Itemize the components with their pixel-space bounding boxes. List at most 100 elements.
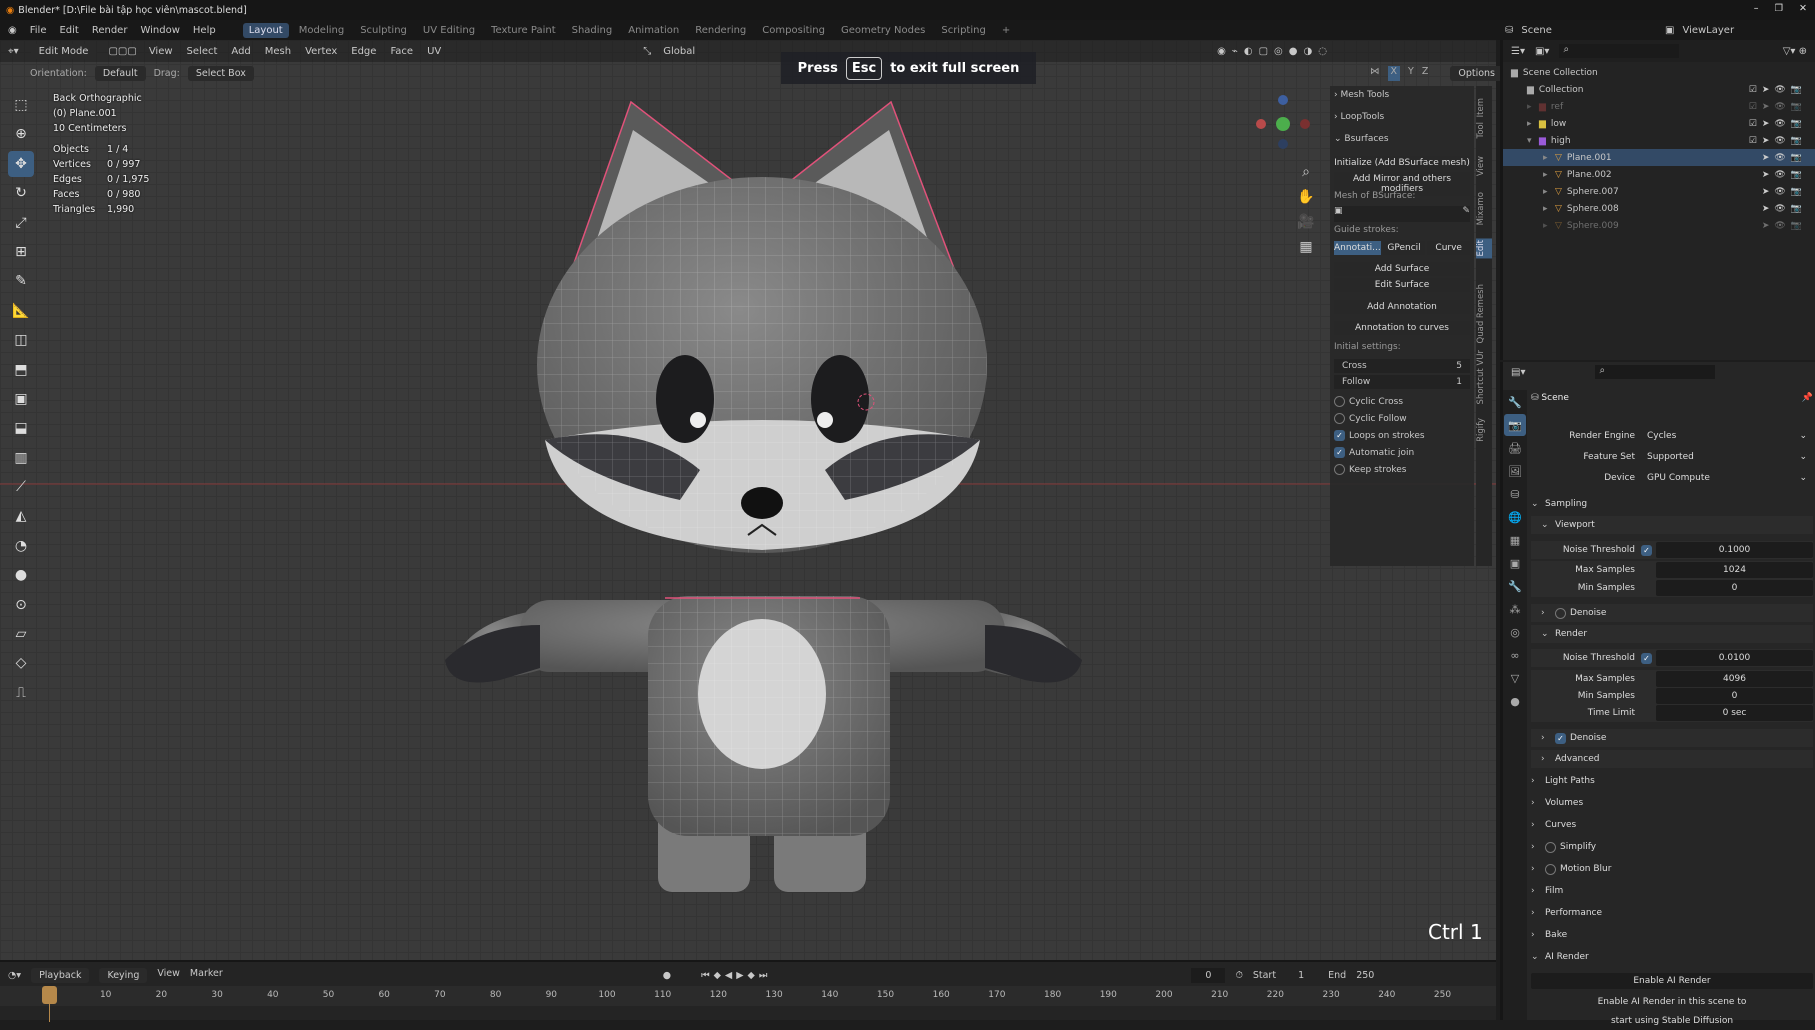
start-frame-field[interactable]: 1: [1298, 970, 1304, 981]
mirror-icon[interactable]: ⋈: [1370, 66, 1380, 81]
tab-modeling[interactable]: Modeling: [293, 23, 351, 38]
chevron-icon[interactable]: ⌄: [1541, 520, 1555, 530]
chevron-icon[interactable]: ›: [1541, 733, 1555, 743]
sidebar-tab-rigify[interactable]: Rigify: [1476, 416, 1492, 444]
timeline-menu-playback[interactable]: Playback: [31, 967, 90, 983]
properties-tab-icon[interactable]: ⁂: [1504, 598, 1526, 620]
camera-icon[interactable]: 🎥: [1296, 210, 1316, 235]
add-surface-button[interactable]: Add Surface: [1334, 262, 1470, 276]
timeline-menu-view[interactable]: View: [157, 968, 180, 983]
properties-tab-icon[interactable]: 🌐: [1504, 506, 1526, 528]
select-box-tool-icon[interactable]: ⬚: [8, 92, 34, 118]
editor-type-icon[interactable]: ▤▾: [1511, 367, 1525, 378]
sidebar-tab-view[interactable]: View: [1476, 154, 1492, 178]
viewport-menu-view[interactable]: View: [149, 46, 173, 57]
viewport-min-samples-field[interactable]: 0: [1656, 580, 1813, 596]
mode-dropdown[interactable]: Edit Mode: [30, 43, 97, 59]
eyedropper-icon[interactable]: ✎: [1462, 206, 1470, 216]
device-dropdown[interactable]: GPU Compute ⌄: [1641, 470, 1813, 486]
pin-icon[interactable]: 📌: [1802, 393, 1813, 403]
panel-curves-label[interactable]: Curves: [1545, 820, 1576, 830]
select-mode-icons[interactable]: ▢▢▢: [108, 46, 136, 57]
outliner-search-input[interactable]: ⌕: [1559, 44, 1680, 58]
initialize-bsurface-button[interactable]: Initialize (Add BSurface mesh): [1334, 156, 1470, 170]
properties-tab-icon[interactable]: 🖨: [1504, 437, 1526, 459]
editor-type-icon[interactable]: ◔▾: [8, 970, 21, 981]
tab-rendering[interactable]: Rendering: [689, 23, 752, 38]
ortho-grid-icon[interactable]: ▦: [1296, 235, 1316, 260]
checkbox-unchecked-icon[interactable]: [1545, 863, 1556, 875]
chevron-icon[interactable]: ›: [1531, 930, 1545, 940]
poly-build-tool-icon[interactable]: ◭: [8, 503, 34, 529]
render-noise-threshold-field[interactable]: 0.0100: [1656, 650, 1813, 666]
panel-light-paths-label[interactable]: Light Paths: [1545, 776, 1595, 786]
keyframe-record-icon[interactable]: ●: [663, 970, 671, 981]
checkbox-cyclic-follow[interactable]: Cyclic Follow: [1334, 413, 1470, 424]
current-frame-field[interactable]: 0: [1191, 967, 1226, 983]
scene-icon[interactable]: ⛁: [1505, 25, 1513, 36]
mesh-of-bsurface-field[interactable]: ▣ ✎: [1334, 206, 1470, 222]
panel-sampling-label[interactable]: Sampling: [1545, 499, 1587, 509]
tab-sculpting[interactable]: Sculpting: [354, 23, 413, 38]
move-tool-icon[interactable]: ✥: [8, 150, 34, 177]
extrude-tool-icon[interactable]: ⬒: [8, 357, 34, 383]
chevron-icon[interactable]: ›: [1531, 776, 1545, 786]
viewport-noise-threshold-field[interactable]: 0.1000: [1656, 542, 1813, 558]
panel-ai-render-label[interactable]: AI Render: [1545, 952, 1589, 962]
checkbox-cyclic-cross[interactable]: Cyclic Cross: [1334, 396, 1470, 407]
menu-render[interactable]: Render: [92, 25, 128, 36]
subpanel-advanced-label[interactable]: Advanced: [1555, 754, 1599, 764]
end-frame-field[interactable]: 250: [1356, 970, 1374, 981]
section-bsurfaces[interactable]: ⌄ Bsurfaces: [1334, 134, 1470, 144]
tab-compositing[interactable]: Compositing: [756, 23, 831, 38]
visibility-toggles[interactable]: ☑➤👁📷: [1749, 136, 1807, 146]
outliner-row[interactable]: ▸ ▆ low ☑➤👁📷: [1503, 115, 1815, 132]
expand-arrow-icon[interactable]: ▸: [1543, 187, 1555, 197]
view-layer-selector[interactable]: ViewLayer: [1682, 25, 1734, 36]
properties-tab-icon[interactable]: 📷: [1504, 414, 1526, 436]
chevron-icon[interactable]: ›: [1531, 820, 1545, 830]
checkbox-unchecked-icon[interactable]: [1334, 413, 1345, 424]
viewport-menu-uv[interactable]: UV: [427, 46, 441, 57]
panel-simplify-label[interactable]: Simplify: [1560, 842, 1596, 852]
scale-tool-icon[interactable]: ⤢: [8, 210, 34, 236]
sidebar-tab-tool[interactable]: Tool: [1476, 120, 1492, 141]
sidebar-tab-shortcut-vur[interactable]: Shortcut VUr: [1476, 348, 1492, 406]
checkbox-checked-icon[interactable]: ✓: [1334, 447, 1345, 458]
shear-tool-icon[interactable]: ▱: [8, 621, 34, 647]
outliner-row[interactable]: ▆ Scene Collection: [1503, 64, 1815, 81]
visibility-toggles[interactable]: ☑➤👁📷: [1749, 85, 1807, 95]
tab-uv-editing[interactable]: UV Editing: [417, 23, 481, 38]
editor-type-icon[interactable]: ⌖▾: [8, 46, 19, 57]
checkbox-loops-on-strokes[interactable]: ✓ Loops on strokes: [1334, 430, 1470, 441]
smooth-tool-icon[interactable]: ●: [8, 562, 34, 588]
checkbox-unchecked-icon[interactable]: [1545, 841, 1556, 853]
chevron-icon[interactable]: ⌄: [1531, 952, 1545, 962]
view-layer-icon[interactable]: ▣: [1665, 25, 1674, 36]
cursor-tool-icon[interactable]: ⊕: [8, 121, 34, 147]
chevron-icon[interactable]: ›: [1531, 886, 1545, 896]
shrink-fatten-tool-icon[interactable]: ⊙: [8, 592, 34, 618]
overlay-shading-icons[interactable]: ◉⌁◐▢◎●◑◌: [1217, 46, 1333, 57]
chevron-icon[interactable]: ›: [1531, 842, 1545, 852]
checkbox-checked-icon[interactable]: ✓: [1334, 430, 1345, 441]
timeline-menu-keying[interactable]: Keying: [99, 967, 148, 983]
subpanel-render-label[interactable]: Render: [1555, 629, 1587, 639]
viewport-menu-mesh[interactable]: Mesh: [265, 46, 291, 57]
viewport-menu-add[interactable]: Add: [231, 46, 250, 57]
viewport-max-samples-field[interactable]: 1024: [1656, 562, 1813, 578]
outliner-row[interactable]: ▸ ▽ Sphere.007 ➤👁📷: [1503, 183, 1815, 200]
viewport-menu-face[interactable]: Face: [390, 46, 413, 57]
outliner-row[interactable]: ▸ ▽ Plane.002 ➤👁📷: [1503, 166, 1815, 183]
properties-tab-icon[interactable]: ◎: [1504, 621, 1526, 643]
panel-performance-label[interactable]: Performance: [1545, 908, 1602, 918]
properties-tab-icon[interactable]: ∞: [1504, 644, 1526, 666]
cross-field[interactable]: Cross 5: [1334, 359, 1470, 373]
viewport-menu-edge[interactable]: Edge: [351, 46, 376, 57]
tab-geometry-nodes[interactable]: Geometry Nodes: [835, 23, 931, 38]
render-max-samples-field[interactable]: 4096: [1656, 671, 1813, 687]
bevel-tool-icon[interactable]: ⬓: [8, 415, 34, 441]
filter-icon[interactable]: ▽▾ ⊕: [1783, 46, 1807, 57]
guide-tab-gpencil[interactable]: GPencil: [1382, 241, 1426, 255]
minimize-button[interactable]: –: [1754, 3, 1759, 14]
